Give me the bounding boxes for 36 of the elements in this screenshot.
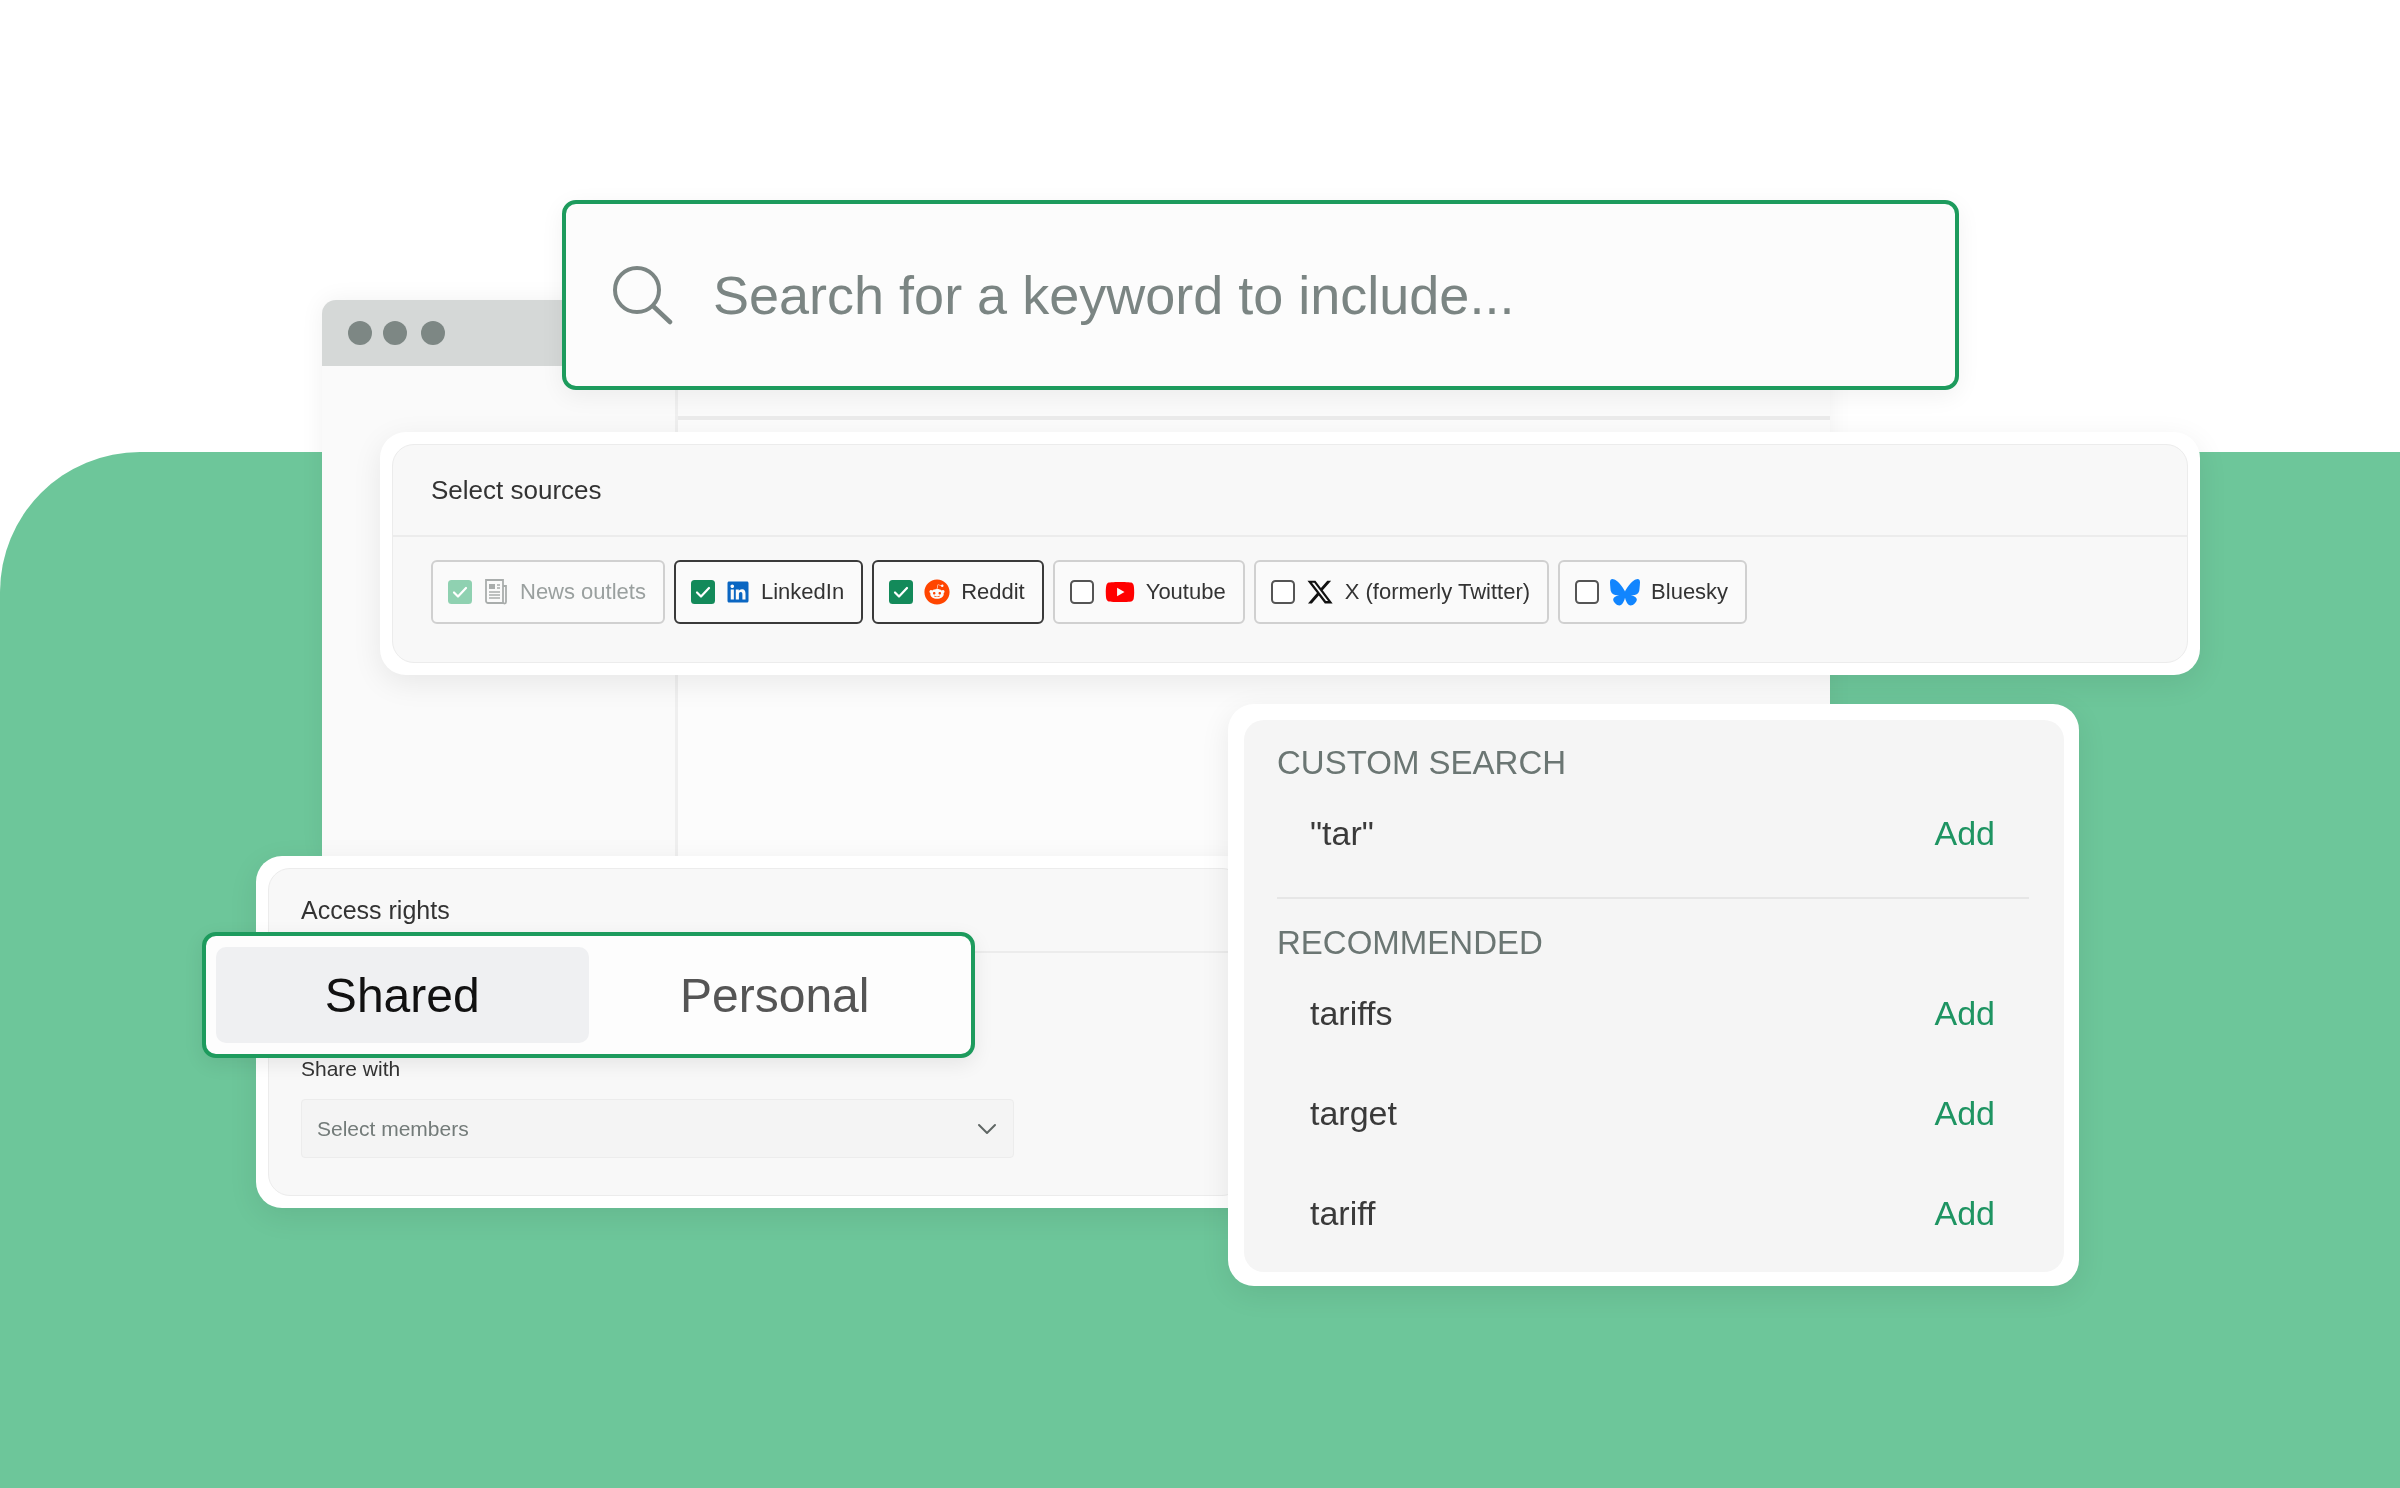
members-select[interactable]: Select members bbox=[301, 1099, 1014, 1158]
suggestion-term: tariffs bbox=[1310, 993, 1393, 1033]
access-title: Access rights bbox=[301, 896, 450, 924]
checkbox[interactable] bbox=[690, 580, 715, 604]
add-button[interactable]: Add bbox=[1934, 813, 1995, 853]
add-button[interactable]: Add bbox=[1934, 1193, 1995, 1233]
checkbox[interactable] bbox=[889, 580, 914, 604]
checkbox[interactable] bbox=[1069, 580, 1094, 604]
source-option[interactable]: X (formerly Twitter) bbox=[1253, 560, 1550, 624]
search-icon bbox=[612, 265, 673, 325]
butterfly-icon bbox=[1610, 578, 1641, 606]
suggestion-term: target bbox=[1310, 1093, 1397, 1133]
source-option[interactable]: Reddit bbox=[872, 560, 1044, 624]
reddit-icon bbox=[924, 579, 951, 605]
source-option[interactable]: Youtube bbox=[1052, 560, 1245, 624]
chevron-icon bbox=[977, 1122, 997, 1135]
add-button[interactable]: Add bbox=[1934, 1093, 1995, 1133]
access-option[interactable]: Shared bbox=[216, 947, 589, 1043]
sources-title: Select sources bbox=[431, 475, 602, 505]
checkbox[interactable] bbox=[1270, 580, 1295, 604]
access-option[interactable]: Personal bbox=[588, 947, 961, 1043]
section-heading: CUSTOM SEARCH bbox=[1277, 743, 1567, 783]
suggestion-term: tariff bbox=[1310, 1193, 1376, 1233]
window-dots-icon bbox=[348, 321, 445, 345]
search-bar[interactable]: Search for a keyword to include... bbox=[562, 200, 1959, 390]
linkedin-icon bbox=[725, 580, 750, 604]
checkbox[interactable] bbox=[1575, 580, 1600, 604]
source-option[interactable]: Bluesky bbox=[1558, 560, 1748, 624]
section-heading: RECOMMENDED bbox=[1277, 923, 1543, 963]
source-option[interactable]: LinkedIn bbox=[673, 560, 864, 624]
share-with-label: Share with bbox=[301, 1057, 401, 1081]
x-logo-icon bbox=[1305, 578, 1334, 606]
suggestion-term: "tar" bbox=[1310, 813, 1374, 853]
newspaper-icon bbox=[483, 578, 509, 606]
search-input[interactable]: Search for a keyword to include... bbox=[713, 264, 1915, 326]
add-button[interactable]: Add bbox=[1934, 993, 1995, 1033]
